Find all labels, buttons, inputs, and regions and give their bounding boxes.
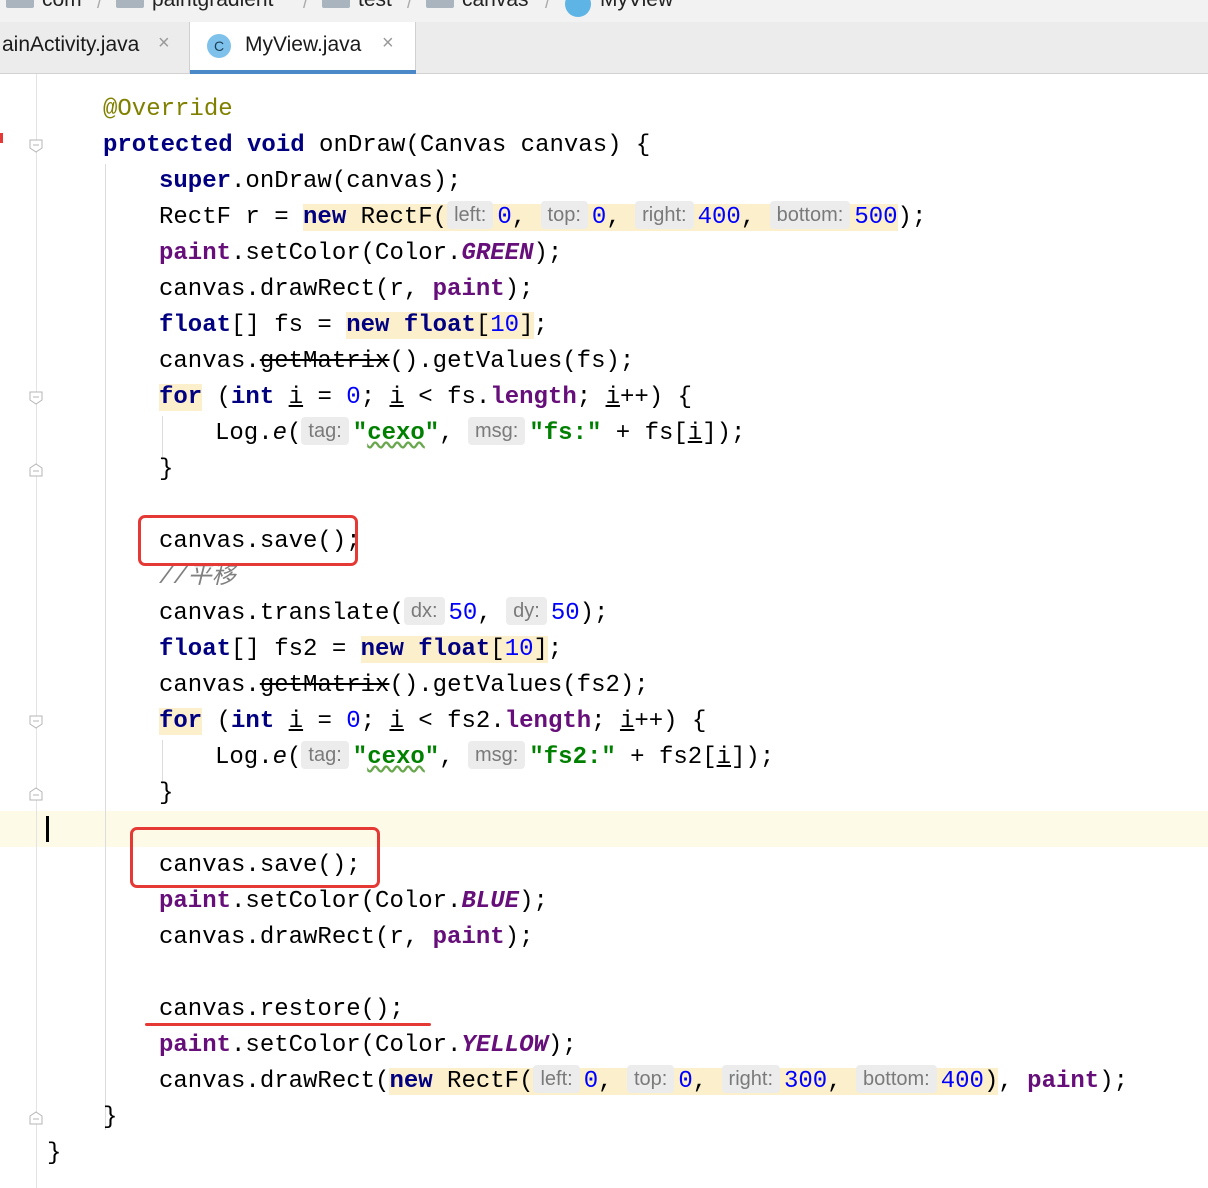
param-hint: tag: <box>301 740 349 769</box>
close-icon[interactable]: × <box>158 32 170 55</box>
code-line: } <box>159 456 174 483</box>
tab-mainactivity[interactable]: ainActivity.java × <box>0 22 190 73</box>
code-line: RectF r = new RectF(left: 0, top: 0, right… <box>159 200 926 236</box>
tab-label: MyView.java <box>245 33 362 56</box>
param-hint: top: <box>626 1064 675 1093</box>
code-line: canvas.translate(dx: 50, dy: 50); <box>159 596 608 632</box>
code-line: @Override <box>103 96 233 123</box>
package-folder-icon <box>116 0 144 8</box>
breadcrumb-separator-icon: / <box>303 0 309 12</box>
breadcrumb-item-test[interactable]: test <box>358 0 392 12</box>
fold-collapse-icon[interactable] <box>29 715 43 729</box>
code-line: paint.setColor(Color.BLUE); <box>159 888 548 915</box>
param-hint: dy: <box>506 596 547 625</box>
annotation-box-save-2 <box>130 827 380 888</box>
annotation-box-save-1 <box>138 515 358 566</box>
package-folder-icon <box>6 0 34 8</box>
code-line: canvas.getMatrix().getValues(fs); <box>159 348 635 375</box>
breadcrumb-item-canvas[interactable]: canvas <box>462 0 529 12</box>
fold-end-icon[interactable] <box>29 1111 43 1125</box>
breadcrumb: com / paintgradient / test / canvas / My… <box>0 0 1208 22</box>
code-line: canvas.drawRect(new RectF(left: 0, top: 0,… <box>159 1064 1128 1100</box>
code-line: super.onDraw(canvas); <box>159 168 462 195</box>
indent-guide <box>105 164 106 1130</box>
param-hint: right: <box>721 1064 780 1093</box>
code-line: } <box>47 1140 62 1167</box>
package-folder-icon <box>322 0 350 8</box>
code-line: Log.e(tag: "cexo", msg: "fs2:" + fs2[i]); <box>215 740 774 776</box>
param-hint: bottom: <box>769 200 851 229</box>
param-hint: tag: <box>301 416 349 445</box>
code-line: for (int i = 0; i < fs2.length; i++) { <box>159 708 707 735</box>
override-marker-icon <box>0 133 3 143</box>
fold-collapse-icon[interactable] <box>29 139 43 153</box>
param-hint: left: <box>447 200 494 229</box>
fold-end-icon[interactable] <box>29 463 43 477</box>
code-line: paint.setColor(Color.GREEN); <box>159 240 563 267</box>
breadcrumb-item-myview[interactable]: MyView <box>600 0 673 12</box>
code-line: Log.e(tag: "cexo", msg: "fs:" + fs[i]); <box>215 416 745 452</box>
param-hint: bottom: <box>856 1064 937 1093</box>
param-hint: msg: <box>468 740 526 769</box>
breadcrumb-separator-icon: / <box>97 0 103 12</box>
editor-tab-bar: ainActivity.java × C MyView.java × <box>0 22 1208 74</box>
gutter-divider <box>36 74 37 1188</box>
fold-end-icon[interactable] <box>29 787 43 801</box>
breadcrumb-item-paintgradient[interactable]: paintgradient <box>152 0 273 12</box>
param-hint: msg: <box>468 416 526 445</box>
annotation-underline-restore <box>145 1023 431 1026</box>
param-hint: dx: <box>403 596 445 625</box>
breadcrumb-separator-icon: / <box>545 0 551 12</box>
code-line: protected void onDraw(Canvas canvas) { <box>103 132 651 159</box>
code-line: canvas.getMatrix().getValues(fs2); <box>159 672 649 699</box>
tab-myview[interactable]: C MyView.java × <box>190 22 416 74</box>
code-line: float[] fs2 = new float[10]; <box>159 636 563 663</box>
code-line: for (int i = 0; i < fs.length; i++) { <box>159 384 692 411</box>
package-folder-icon <box>426 0 454 8</box>
param-hint: top: <box>540 200 588 229</box>
fold-collapse-icon[interactable] <box>29 391 43 405</box>
class-icon: C <box>207 34 231 58</box>
code-line: float[] fs = new float[10]; <box>159 312 548 339</box>
breadcrumb-separator-icon: / <box>407 0 413 12</box>
code-line: } <box>103 1104 118 1131</box>
code-line: canvas.drawRect(r, paint); <box>159 924 534 951</box>
param-hint: left: <box>533 1064 580 1093</box>
code-line: canvas.drawRect(r, paint); <box>159 276 534 303</box>
class-icon <box>565 0 591 17</box>
param-hint: right: <box>635 200 694 229</box>
tab-label: ainActivity.java <box>2 33 140 56</box>
text-caret <box>46 816 49 842</box>
code-line: } <box>159 780 174 807</box>
close-icon[interactable]: × <box>382 32 394 55</box>
code-line: paint.setColor(Color.YELLOW); <box>159 1032 577 1059</box>
breadcrumb-item-com[interactable]: com <box>42 0 82 12</box>
